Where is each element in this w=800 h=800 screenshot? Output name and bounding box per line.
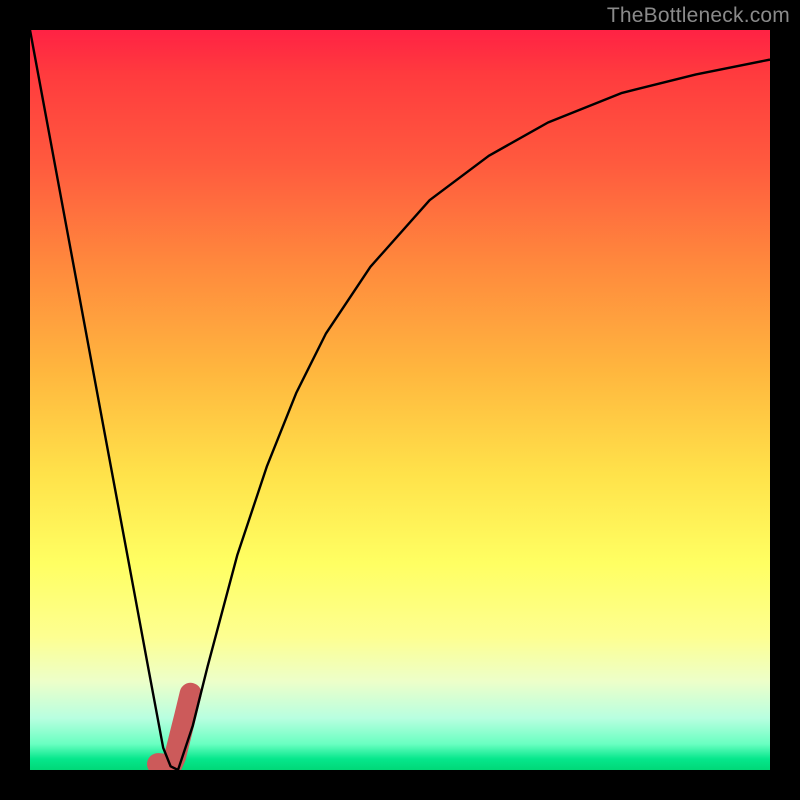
chart-svg xyxy=(30,30,770,770)
plot-area xyxy=(30,30,770,770)
bottleneck-curve xyxy=(30,30,770,770)
highlight-marker xyxy=(158,694,191,765)
watermark-text: TheBottleneck.com xyxy=(607,4,790,28)
chart-frame: TheBottleneck.com xyxy=(0,0,800,800)
